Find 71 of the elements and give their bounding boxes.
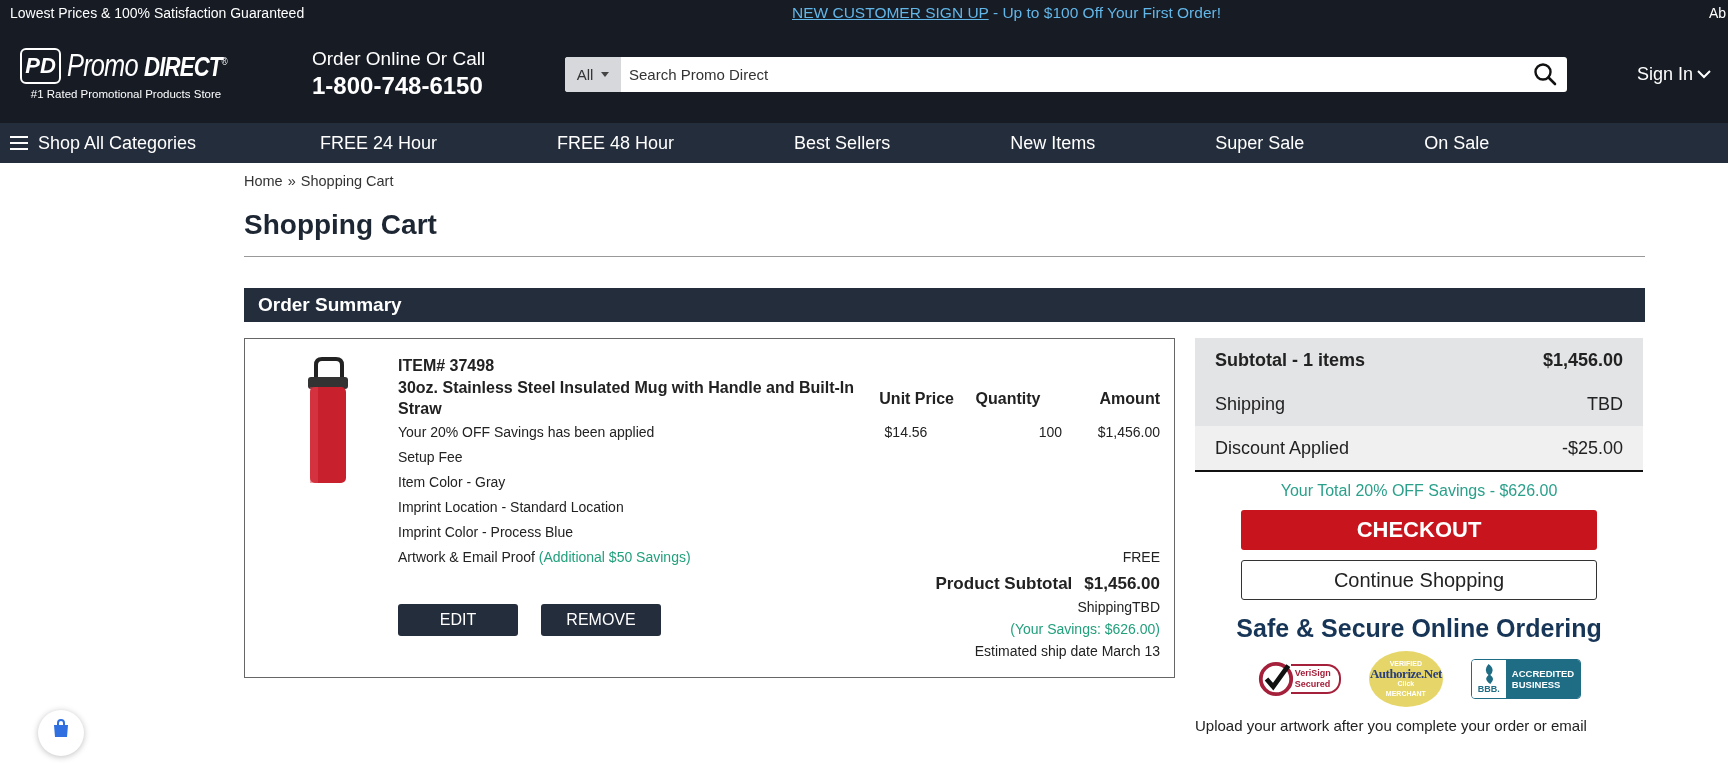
badge-text: Authorize.Net [1369, 669, 1442, 679]
signup-link[interactable]: NEW CUSTOMER SIGN UP [792, 3, 989, 21]
summary-value: -$25.00 [1561, 437, 1623, 459]
sign-in-button[interactable]: Sign In [1637, 63, 1712, 85]
phone-number[interactable]: 1-800-748-6150 [312, 72, 512, 100]
table-cell-text: 100 [1037, 423, 1062, 442]
detail-text: Artwork & Email Proof (Additional $50 Savings) [398, 548, 692, 567]
search-field[interactable]: All Search Promo Direct [565, 56, 1567, 92]
verisign-badge[interactable]: VeriSign Secured [1256, 660, 1341, 698]
summary-label: Subtotal - 1 items [1215, 349, 1366, 371]
price-text: FREE [1122, 549, 1160, 565]
column-header: Amount [1098, 389, 1160, 408]
summary-value: TBD [1587, 393, 1623, 415]
table-cell-text: $14.56 [883, 423, 929, 442]
shipping-text: ShippingTBD [1077, 598, 1160, 617]
column-header: Unit Price [878, 389, 954, 408]
badge-text: BBB. [1477, 684, 1500, 694]
bbb-badge[interactable]: BBB. ACCREDITED BUSINESS [1470, 659, 1582, 699]
checkmark-icon [1256, 660, 1295, 698]
nav-link[interactable]: Super Sale [1215, 132, 1305, 154]
caret-icon [601, 71, 610, 77]
product-name[interactable]: 30oz. Stainless Steel Insulated Mug with Handle and Built-In Straw [398, 377, 858, 419]
subtotal-value: $1,456.00 [1084, 574, 1160, 594]
top-link[interactable]: Ab [1708, 4, 1728, 21]
secure-ordering-heading: Safe & Secure Online Ordering [1236, 614, 1602, 643]
total-savings-text: Your Total 20% OFF Savings - $626.00 [1280, 482, 1558, 500]
badge-text: BUSINESS [1511, 679, 1562, 690]
badge-text: ACCREDITED [1511, 668, 1575, 679]
guarantee-text: Lowest Prices & 100% Satisfaction Guaranteed [10, 4, 305, 21]
savings-text: (Your Savings: $626.00) [1010, 620, 1160, 639]
chevron-down-icon [1697, 69, 1712, 79]
section-header: Order Summary [244, 288, 1645, 322]
breadcrumb-link[interactable]: Home [244, 173, 283, 189]
scope-dropdown[interactable]: All [565, 56, 621, 92]
item-number: ITEM# 37498 [398, 357, 496, 375]
logo-tagline: #1 Rated Promotional Products Store [30, 88, 222, 100]
nav-link[interactable]: New Items [1010, 132, 1096, 154]
summary-label: Discount Applied [1215, 437, 1350, 459]
item-action-button[interactable]: EDIT [398, 604, 518, 636]
breadcrumb-separator: » [287, 173, 296, 189]
nav-link[interactable]: FREE 24 Hour [320, 132, 438, 154]
shopping-bag-button[interactable] [38, 710, 84, 756]
detail-text: Item Color - Gray [398, 473, 507, 492]
detail-text: Imprint Color - Process Blue [398, 523, 575, 542]
page-title: Shopping Cart [244, 209, 1645, 257]
nav-link[interactable]: FREE 48 Hour [557, 132, 675, 154]
badge-text: Secured [1294, 679, 1331, 690]
detail-text: Your 20% OFF Savings has been applied [398, 423, 656, 442]
breadcrumb-link[interactable]: Shopping Cart [300, 173, 394, 189]
search-icon[interactable] [1533, 62, 1557, 86]
table-cell-text: $1,456.00 [1096, 423, 1160, 442]
ship-date-text: Estimated ship date March 13 [974, 642, 1160, 661]
checkout-button[interactable]: CHECKOUT [1241, 510, 1597, 550]
continue-shopping-button[interactable]: Continue Shopping [1241, 560, 1597, 600]
promo-text: NEW CUSTOMER SIGN UP - Up to $100 Off Your First Order! [792, 3, 1221, 22]
column-header: Quantity [974, 389, 1042, 408]
upload-note: Upload your artwork after you complete your order or email [1195, 717, 1587, 734]
detail-text: Setup Fee [398, 448, 464, 467]
logo-mark: PD [20, 48, 61, 84]
subtotal-label: Product Subtotal [935, 574, 1073, 594]
nav-link[interactable]: On Sale [1424, 132, 1490, 154]
categories-menu-button[interactable]: Shop All Categories [0, 132, 200, 154]
item-action-button[interactable]: REMOVE [541, 604, 661, 636]
menu-icon [10, 136, 28, 150]
order-call-label: Order Online Or Call [312, 48, 487, 70]
bag-icon [51, 718, 71, 738]
summary-value: $1,456.00 [1542, 349, 1623, 371]
nav-link[interactable]: Best Sellers [794, 132, 891, 154]
detail-text: Imprint Location - Standard Location [398, 498, 625, 517]
badge-text: VeriSign [1294, 668, 1331, 679]
summary-label: Shipping [1215, 393, 1286, 415]
